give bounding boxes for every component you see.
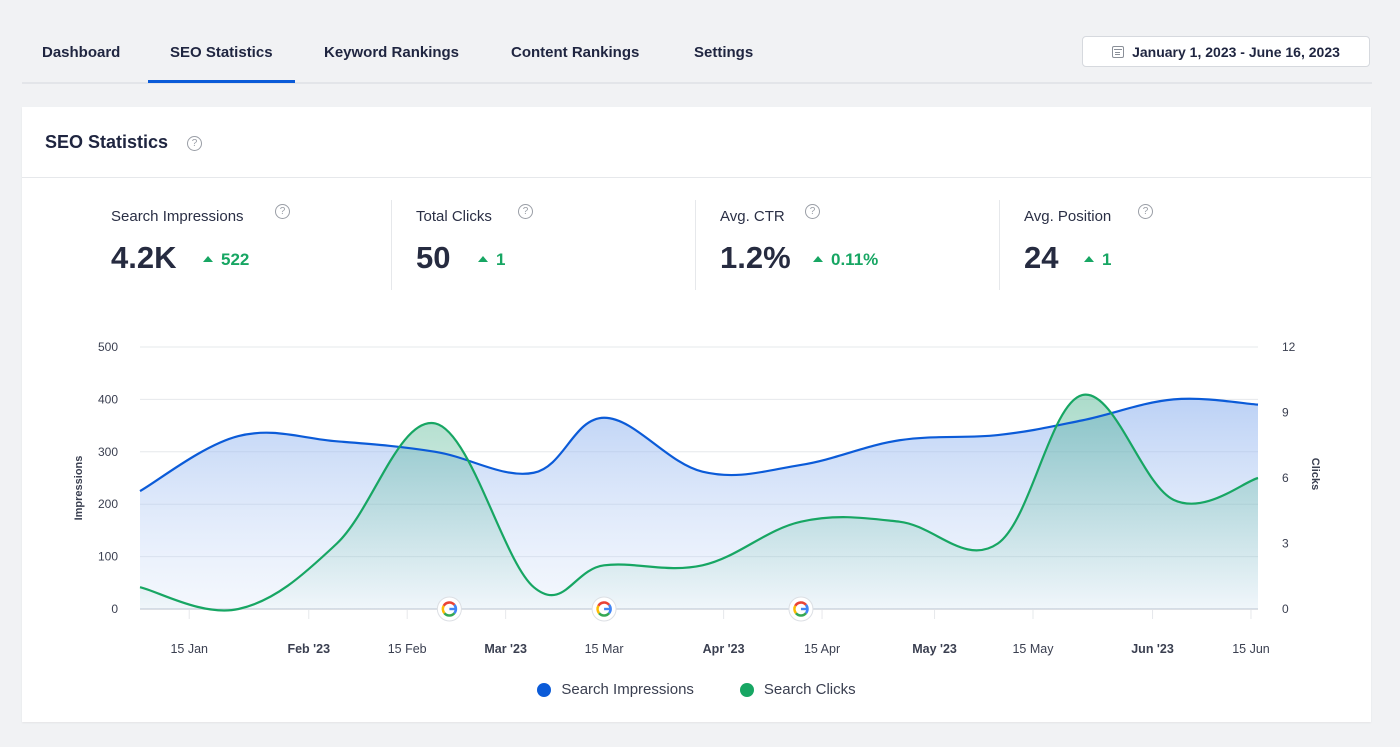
legend-item-clicks[interactable]: Search Clicks [739,681,856,698]
tab-dashboard[interactable]: Dashboard [42,44,120,61]
y-tick-label: 200 [98,497,118,511]
google-icon[interactable] [436,596,462,622]
x-tick-label: 15 Mar [585,642,624,656]
tab-settings[interactable]: Settings [694,44,753,61]
x-tick-label: 15 Feb [388,642,427,656]
x-tick-label: 15 Jun [1232,642,1270,656]
x-tick-label: Apr '23 [703,642,745,656]
legend-label: Search Impressions [561,681,694,698]
y-tick-label: 100 [98,550,118,564]
y-tick-label: 500 [98,340,118,354]
x-tick-label: Jun '23 [1131,642,1174,656]
y-axis-label: Impressions [73,456,85,521]
y2-tick-label: 12 [1282,340,1296,354]
x-tick-label: 15 May [1012,642,1054,656]
legend-label: Search Clicks [763,681,856,698]
legend-dot-icon [537,682,552,697]
x-tick-label: Feb '23 [287,642,330,656]
chart-legend: Search Impressions Search Clicks [22,681,1371,698]
x-tick-label: Mar '23 [484,642,527,656]
y-tick-label: 300 [98,445,118,459]
y2-tick-label: 3 [1282,537,1289,551]
date-range-label: January 1, 2023 - June 16, 2023 [1132,43,1340,60]
x-tick-label: May '23 [912,642,957,656]
y2-tick-label: 9 [1282,406,1289,420]
google-icon[interactable] [788,596,814,622]
y-tick-label: 0 [111,602,118,616]
legend-item-impressions[interactable]: Search Impressions [537,681,694,698]
y-tick-label: 400 [98,392,118,406]
seo-chart: 15 Jan Feb '23 15 Feb Mar '23 15 Mar Apr '23 1… [73,340,1321,656]
x-tick-label: 15 Jan [170,642,208,656]
google-icon[interactable] [591,596,617,622]
y2-tick-label: 0 [1282,602,1289,616]
tab-keyword-rankings[interactable]: Keyword Rankings [324,44,459,61]
tab-seo-statistics[interactable]: SEO Statistics [148,44,294,83]
seo-statistics-card: SEO Statistics ? Search Impressions ? 4.… [22,107,1371,722]
tab-content-rankings[interactable]: Content Rankings [511,44,639,61]
legend-dot-icon [739,682,754,697]
x-tick-label: 15 Apr [804,642,840,656]
calendar-icon [1112,45,1125,58]
y2-axis-label: Clicks [1309,458,1321,490]
y2-tick-label: 6 [1282,471,1289,485]
date-range-picker[interactable]: January 1, 2023 - June 16, 2023 [1082,36,1370,67]
